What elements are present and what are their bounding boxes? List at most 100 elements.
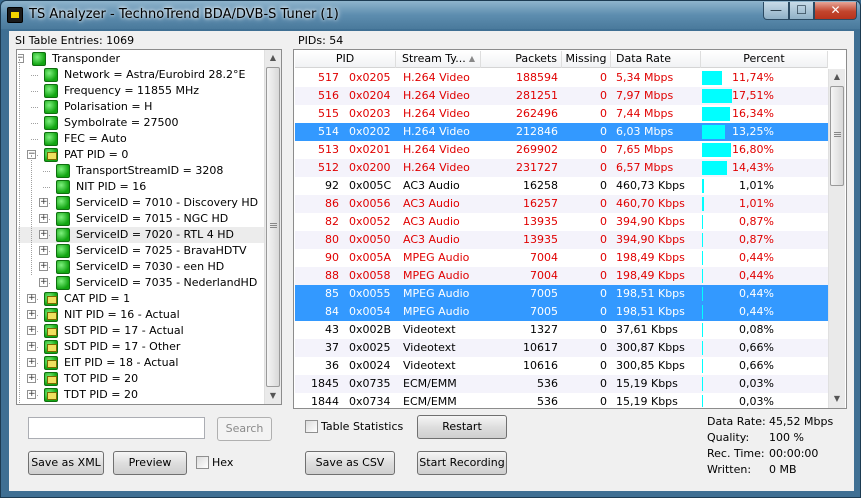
- tree-item-label: ServiceID = 7010 - Discovery HD: [76, 196, 259, 209]
- search-button[interactable]: Search: [217, 417, 272, 441]
- expand-icon[interactable]: +: [27, 390, 36, 399]
- table-row[interactable]: 82 0x0052 AC3 Audio 13935 0 394,90 Kbps 0,87%: [295, 213, 828, 231]
- packets-cell: 10616: [523, 359, 558, 372]
- hex-checkbox[interactable]: [196, 456, 209, 469]
- tree-item[interactable]: Polarisation = H: [18, 99, 264, 115]
- col-header-stream-type[interactable]: Stream Ty... ▲: [396, 51, 481, 68]
- tree-item[interactable]: + ServiceID = 7020 - RTL 4 HD: [18, 227, 264, 243]
- scroll-up-icon[interactable]: ▲: [829, 69, 845, 85]
- maximize-button[interactable]: ☐: [789, 2, 814, 20]
- tree-item-label: ServiceID = 7025 - BravaHDTV: [76, 244, 247, 257]
- tree-item[interactable]: TransportStreamID = 3208: [18, 163, 264, 179]
- expand-icon[interactable]: +: [39, 278, 48, 287]
- tree-item[interactable]: NIT PID = 16: [18, 179, 264, 195]
- col-header-packets[interactable]: Packets: [481, 51, 562, 68]
- table-row[interactable]: 516 0x0204 H.264 Video 281251 0 7,97 Mbps 17,5…: [295, 87, 828, 105]
- title-bar[interactable]: TS Analyzer - TechnoTrend BDA/DVB-S Tune…: [1, 1, 860, 29]
- packets-cell: 16258: [523, 179, 558, 192]
- tree-item[interactable]: + ServiceID = 7025 - BravaHDTV: [18, 243, 264, 259]
- table-row[interactable]: 86 0x0056 AC3 Audio 16257 0 460,70 Kbps 1,01%: [295, 195, 828, 213]
- table-row[interactable]: 80 0x0050 AC3 Audio 13935 0 394,90 Kbps 0,87%: [295, 231, 828, 249]
- tree-item[interactable]: Symbolrate = 27500: [18, 115, 264, 131]
- close-button[interactable]: ✕: [814, 2, 857, 20]
- tree-item-label: ServiceID = 7020 - RTL 4 HD: [76, 228, 234, 241]
- preview-button[interactable]: Preview: [113, 451, 187, 475]
- expand-icon[interactable]: +: [39, 230, 48, 239]
- missing-cell: 0: [600, 377, 607, 390]
- col-header-percent[interactable]: Percent: [701, 51, 828, 68]
- table-row[interactable]: 88 0x0058 MPEG Audio 7004 0 198,49 Kbps 0,44%: [295, 267, 828, 285]
- expand-icon[interactable]: +: [27, 294, 36, 303]
- green-node-icon: [44, 132, 58, 146]
- scroll-down-icon[interactable]: ▼: [829, 391, 845, 407]
- tree-item[interactable]: Frequency = 11855 MHz: [18, 83, 264, 99]
- tree-item[interactable]: + EIT PID = 18 - Actual: [18, 355, 264, 371]
- expand-icon[interactable]: +: [27, 310, 36, 319]
- tree-item[interactable]: + TOT PID = 20: [18, 371, 264, 387]
- table-row[interactable]: 512 0x0200 H.264 Video 231727 0 6,57 Mbps 14,4…: [295, 159, 828, 177]
- scroll-up-icon[interactable]: ▲: [265, 50, 281, 66]
- tree-item[interactable]: + CAT PID = 1: [18, 291, 264, 307]
- tree-item[interactable]: − Transponder: [18, 51, 264, 67]
- col-header-data-rate[interactable]: Data Rate: [611, 51, 701, 68]
- tree-item[interactable]: + TDT PID = 20: [18, 387, 264, 403]
- table-statistics-label: Table Statistics: [321, 420, 404, 433]
- pid-cell: 517: [318, 71, 339, 84]
- table-row[interactable]: 37 0x0025 Videotext 10617 0 300,87 Kbps 0,66%: [295, 339, 828, 357]
- tree-item[interactable]: + ServiceID = 7010 - Discovery HD: [18, 195, 264, 211]
- pid-table[interactable]: PID Stream Ty... ▲ Packets Missing Data R…: [295, 51, 845, 407]
- save-as-csv-button[interactable]: Save as CSV: [305, 451, 395, 475]
- minimize-button[interactable]: —: [763, 2, 789, 20]
- table-row[interactable]: 84 0x0054 MPEG Audio 7005 0 198,51 Kbps 0,44%: [295, 303, 828, 321]
- table-row[interactable]: 517 0x0205 H.264 Video 188594 0 5,34 Mbps 11,7…: [295, 69, 828, 87]
- pid-table-scrollbar[interactable]: ▲ ▼: [828, 69, 845, 408]
- expand-icon[interactable]: +: [39, 214, 48, 223]
- tree-item[interactable]: − PAT PID = 0: [18, 147, 264, 163]
- si-tree[interactable]: − Transponder Network = Astra/Eurobird 28.…: [18, 51, 280, 403]
- tree-item[interactable]: + SDT PID = 17 - Other: [18, 339, 264, 355]
- table-row[interactable]: 1845 0x0735 ECM/EMM 536 0 15,19 Kbps 0,03%: [295, 375, 828, 393]
- minimize-icon: —: [770, 3, 782, 17]
- green-node-icon: [56, 260, 70, 274]
- tree-item[interactable]: + ServiceID = 7035 - NederlandHD: [18, 275, 264, 291]
- tree-item[interactable]: Network = Astra/Eurobird 28.2°E: [18, 67, 264, 83]
- tree-item[interactable]: + ServiceID = 7015 - NGC HD: [18, 211, 264, 227]
- si-tree-scrollbar[interactable]: ▲ ▼: [264, 50, 281, 404]
- data-rate-cell: 37,61 Kbps: [616, 323, 678, 336]
- scroll-thumb[interactable]: [830, 86, 844, 186]
- table-row[interactable]: 85 0x0055 MPEG Audio 7005 0 198,51 Kbps 0,44%: [295, 285, 828, 303]
- start-recording-button[interactable]: Start Recording: [417, 451, 507, 475]
- table-row[interactable]: 514 0x0202 H.264 Video 212846 0 6,03 Mbps 13,2…: [295, 123, 828, 141]
- save-as-xml-button[interactable]: Save as XML: [28, 451, 104, 475]
- expand-icon[interactable]: +: [39, 198, 48, 207]
- search-input[interactable]: [28, 417, 205, 439]
- table-row[interactable]: 36 0x0024 Videotext 10616 0 300,85 Kbps 0,66%: [295, 357, 828, 375]
- si-table-entries-label: SI Table Entries: 1069: [15, 34, 135, 47]
- stream-type-header-label: Stream Ty...: [402, 52, 466, 65]
- col-header-missing[interactable]: Missing: [562, 51, 611, 68]
- col-header-pid[interactable]: PID: [295, 51, 396, 68]
- scroll-thumb[interactable]: [266, 67, 280, 387]
- tree-item[interactable]: + NIT PID = 16 - Actual: [18, 307, 264, 323]
- table-row[interactable]: 43 0x002B Videotext 1327 0 37,61 Kbps 0,08%: [295, 321, 828, 339]
- expand-icon[interactable]: +: [39, 262, 48, 271]
- data-rate-cell: 7,44 Mbps: [616, 107, 674, 120]
- expand-icon[interactable]: +: [27, 326, 36, 335]
- table-row[interactable]: 515 0x0203 H.264 Video 262496 0 7,44 Mbps 16,3…: [295, 105, 828, 123]
- tree-item[interactable]: + SDT PID = 17 - Actual: [18, 323, 264, 339]
- expand-icon[interactable]: +: [27, 374, 36, 383]
- table-row[interactable]: 92 0x005C AC3 Audio 16258 0 460,73 Kbps 1,01%: [295, 177, 828, 195]
- table-row[interactable]: 1844 0x0734 ECM/EMM 536 0 15,19 Kbps 0,03%: [295, 393, 828, 407]
- stream-type-cell: H.264 Video: [403, 125, 470, 138]
- table-row[interactable]: 513 0x0201 H.264 Video 269902 0 7,65 Mbps 16,8…: [295, 141, 828, 159]
- tree-item[interactable]: + ServiceID = 7030 - een HD: [18, 259, 264, 275]
- table-statistics-checkbox[interactable]: [305, 420, 318, 433]
- scroll-down-icon[interactable]: ▼: [265, 388, 281, 404]
- expand-icon[interactable]: +: [27, 358, 36, 367]
- expand-icon[interactable]: +: [27, 342, 36, 351]
- restart-button[interactable]: Restart: [417, 415, 507, 439]
- table-row[interactable]: 90 0x005A MPEG Audio 7004 0 198,49 Kbps 0,44%: [295, 249, 828, 267]
- tree-item[interactable]: FEC = Auto: [18, 131, 264, 147]
- expand-icon[interactable]: +: [39, 246, 48, 255]
- percent-cell: 0,03%: [739, 395, 774, 407]
